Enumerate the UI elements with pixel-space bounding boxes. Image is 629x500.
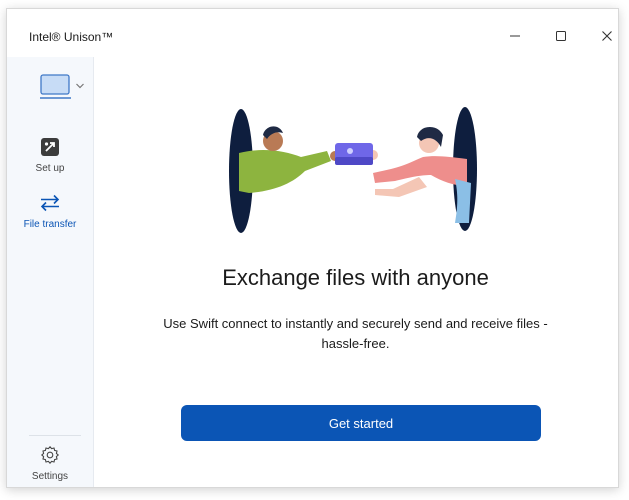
close-button[interactable] <box>587 21 618 51</box>
transfer-arrows-icon <box>40 194 60 212</box>
file-card-icon <box>335 143 373 165</box>
app-title: Intel® Unison™ <box>29 30 114 44</box>
device-selector[interactable] <box>39 71 89 103</box>
file-exchange-illustration <box>229 107 477 233</box>
page-title: Exchange files with anyone <box>222 265 489 290</box>
minimize-icon <box>510 35 520 37</box>
sidebar-item-label: Settings <box>31 471 69 482</box>
sidebar-item-setup[interactable]: Set up <box>7 137 93 174</box>
gear-icon <box>40 445 60 465</box>
left-person <box>239 126 340 193</box>
sidebar-item-label: Set up <box>35 163 65 174</box>
page-description: Use Swift connect to instantly and secur… <box>163 316 548 351</box>
close-icon <box>602 31 612 41</box>
maximize-button[interactable] <box>541 21 581 51</box>
sidebar-item-settings[interactable]: Settings <box>7 445 93 482</box>
sidebar: Set up File transfer Settings <box>7 57 94 487</box>
setup-icon <box>41 138 59 156</box>
main-content: Exchange files with anyone Use Swift con… <box>93 57 618 487</box>
get-started-button[interactable]: Get started <box>181 405 541 441</box>
title-bar: Intel® Unison™ <box>7 9 618 57</box>
minimize-button[interactable] <box>495 21 535 51</box>
sidebar-item-file-transfer[interactable]: File transfer <box>7 193 93 230</box>
sidebar-divider <box>29 435 81 436</box>
maximize-icon <box>556 31 566 41</box>
app-window: Intel® Unison™ Set up File transfer Sett… <box>6 8 619 488</box>
sidebar-item-label: File transfer <box>23 219 77 230</box>
chevron-down-icon <box>76 83 84 89</box>
laptop-icon <box>40 74 71 99</box>
